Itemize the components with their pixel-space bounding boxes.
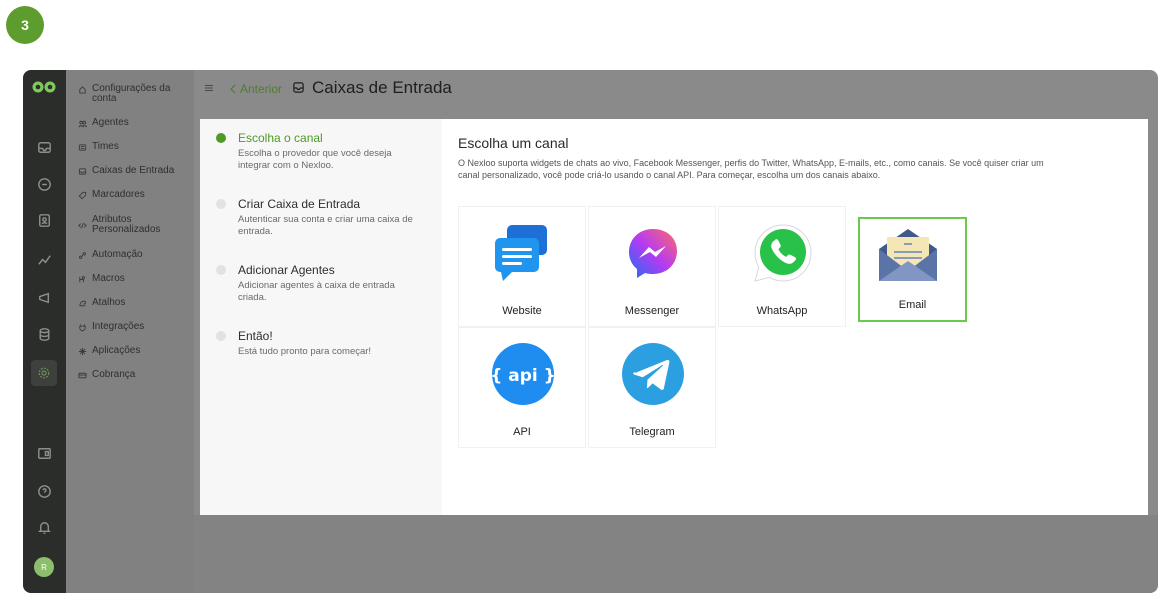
sidebar-item-automation[interactable]: Automação xyxy=(78,250,143,260)
sidebar-item-custom-attributes[interactable]: Atributos Personalizados xyxy=(78,215,162,235)
campaigns-icon[interactable] xyxy=(35,288,54,307)
apps-icon xyxy=(78,347,87,356)
channel-card-messenger[interactable]: Messenger xyxy=(588,206,716,327)
step-title: Criar Caixa de Entrada xyxy=(238,197,361,211)
inbox-icon[interactable] xyxy=(35,138,54,157)
reports-icon[interactable] xyxy=(35,250,54,269)
channel-label: Telegram xyxy=(629,426,675,438)
step-description: Autenticar sua conta e criar uma caixa d… xyxy=(238,214,413,237)
page-title: Caixas de Entrada xyxy=(312,78,452,97)
sidebar-item-label: Atributos Personalizados xyxy=(92,214,161,235)
step-indicator xyxy=(216,331,226,341)
sidebar-item-label: Configurações da conta xyxy=(92,83,171,104)
website-icon xyxy=(495,225,547,281)
macros-icon xyxy=(78,275,87,284)
sidebar-item-label: Automação xyxy=(92,249,143,260)
channel-label: WhatsApp xyxy=(756,305,808,317)
sidebar-item-label: Times xyxy=(92,141,119,152)
menu-icon[interactable] xyxy=(204,83,214,93)
channel-card-email[interactable]: Email xyxy=(858,217,967,322)
automation-icon xyxy=(78,251,87,260)
inbox-icon xyxy=(293,82,304,93)
step-title: Então! xyxy=(238,329,273,343)
icon-rail: R xyxy=(23,70,66,593)
back-label: Anterior xyxy=(240,82,283,96)
step-description: Adicionar agentes à caixa de entrada cri… xyxy=(238,280,395,303)
step-number-badge: 3 xyxy=(6,6,44,44)
agents-icon xyxy=(78,119,87,128)
chevron-left-icon xyxy=(230,84,236,94)
back-link[interactable]: Anterior xyxy=(229,82,282,96)
channel-label: API xyxy=(513,426,531,438)
channel-label: Website xyxy=(502,305,542,317)
step-indicator xyxy=(216,199,226,209)
sidebar-item-shortcuts[interactable]: Atalhos xyxy=(78,298,125,308)
help-icon[interactable] xyxy=(35,482,54,501)
settings-sidebar: Configurações da conta Agentes Times Cai… xyxy=(66,70,194,593)
page-header: Anterior Caixas de Entrada xyxy=(194,70,1158,110)
code-icon xyxy=(78,221,87,230)
telegram-icon xyxy=(622,343,684,405)
channel-label: Messenger xyxy=(624,305,680,317)
inbox-icon xyxy=(78,167,87,176)
sidebar-item-billing[interactable]: Cobrança xyxy=(78,370,135,380)
chat-icon[interactable] xyxy=(35,175,54,194)
sidebar-item-apps[interactable]: Aplicações xyxy=(78,346,140,356)
sidebar-item-agents[interactable]: Agentes xyxy=(78,118,129,128)
sidebar-item-label: Cobrança xyxy=(92,369,136,380)
billing-icon xyxy=(78,371,87,380)
section-intro: O Nexloo suporta widgets de chats ao viv… xyxy=(458,158,1044,180)
sidebar-item-label: Integrações xyxy=(92,321,145,332)
sidebar-item-integrations[interactable]: Integrações xyxy=(78,322,144,332)
sidebar-item-teams[interactable]: Times xyxy=(78,142,119,152)
shortcuts-icon xyxy=(78,299,87,308)
step-description: Escolha o provedor que você deseja integ… xyxy=(238,148,392,171)
wizard-panel: Escolha o canal Escolha o provedor que v… xyxy=(200,119,1148,515)
sidebar-item-macros[interactable]: Macros xyxy=(78,274,125,284)
api-icon: { api } xyxy=(491,343,555,405)
step-title: Adicionar Agentes xyxy=(238,263,335,277)
home-icon xyxy=(78,85,87,94)
sidebar-item-label: Agentes xyxy=(92,117,129,128)
sidebar-item-label: Macros xyxy=(92,273,125,284)
integrations-icon xyxy=(78,323,87,332)
backdrop-overlay xyxy=(194,515,1158,593)
logo-icon xyxy=(32,81,56,93)
step-description: Está tudo pronto para começar! xyxy=(238,346,372,357)
tag-icon xyxy=(78,191,87,200)
sidebar-item-label: Marcadores xyxy=(92,189,145,200)
sidebar-item-label: Caixas de Entrada xyxy=(92,165,175,176)
whatsapp-icon xyxy=(754,224,812,282)
settings-icon[interactable] xyxy=(31,360,57,386)
email-icon xyxy=(879,229,937,281)
wizard-steps: Escolha o canal Escolha o provedor que v… xyxy=(200,119,442,515)
channel-card-api[interactable]: { api } API xyxy=(458,327,586,448)
messenger-icon xyxy=(629,229,677,278)
channel-card-website[interactable]: Website xyxy=(458,206,586,327)
channel-card-telegram[interactable]: Telegram xyxy=(588,327,716,448)
channel-card-whatsapp[interactable]: WhatsApp xyxy=(718,206,846,327)
sidebar-item-label: Aplicações xyxy=(92,345,141,356)
library-icon[interactable] xyxy=(35,325,54,344)
sidebar-item-account-settings[interactable]: Configurações da conta xyxy=(78,84,180,104)
channel-picker: Escolha um canal O Nexloo suporta widget… xyxy=(442,119,1148,515)
section-heading: Escolha um canal xyxy=(458,135,569,151)
step-title: Escolha o canal xyxy=(238,131,323,145)
avatar[interactable]: R xyxy=(34,557,54,577)
notifications-icon[interactable] xyxy=(35,518,54,537)
contacts-icon[interactable] xyxy=(35,211,54,230)
sidebar-item-labels[interactable]: Marcadores xyxy=(78,190,145,200)
sidebar-item-inboxes[interactable]: Caixas de Entrada xyxy=(78,166,174,176)
step-indicator-active xyxy=(216,133,226,143)
teams-icon xyxy=(78,143,87,152)
api-icon-text: { api } xyxy=(491,366,555,386)
dashboard-icon[interactable] xyxy=(35,444,54,463)
app-window: R Configurações da conta Agentes Times C… xyxy=(23,70,1158,593)
channel-label: Email xyxy=(898,299,927,311)
sidebar-item-label: Atalhos xyxy=(92,297,126,308)
step-indicator xyxy=(216,265,226,275)
